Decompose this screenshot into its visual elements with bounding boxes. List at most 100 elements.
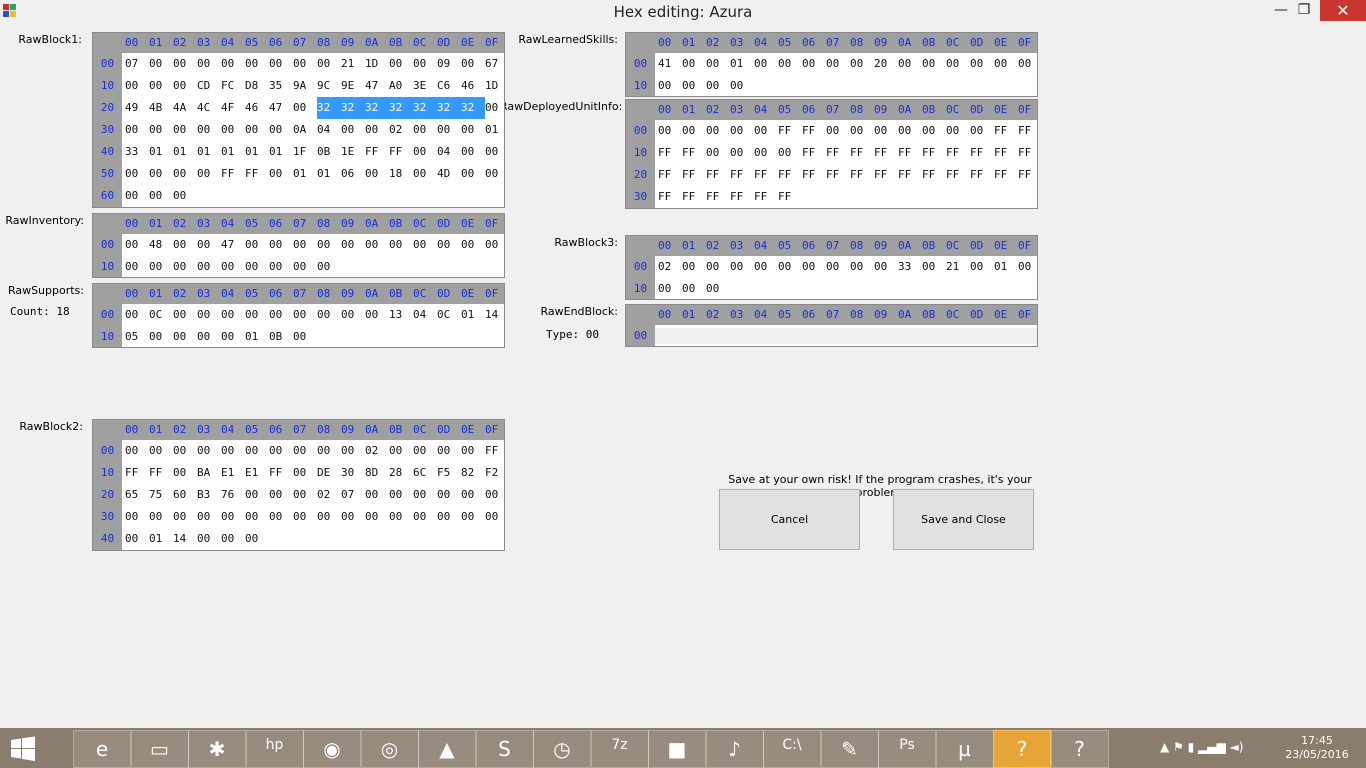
hex-byte[interactable]: 18 <box>389 163 413 185</box>
hex-byte[interactable]: 14 <box>485 304 504 326</box>
hex-byte[interactable]: 00 <box>754 256 778 278</box>
hex-byte[interactable]: 1D <box>365 53 389 75</box>
hex-byte[interactable]: 01 <box>730 53 754 75</box>
hex-byte[interactable]: 41 <box>658 53 682 75</box>
hex-byte[interactable]: 00 <box>658 120 682 142</box>
hex-byte[interactable]: 00 <box>485 234 504 256</box>
hex-byte[interactable]: FF <box>898 164 922 186</box>
hex-byte[interactable]: 00 <box>173 119 197 141</box>
hex-byte[interactable]: 00 <box>946 120 970 142</box>
hex-byte[interactable]: FF <box>802 142 826 164</box>
hex-byte[interactable]: 00 <box>197 506 221 528</box>
hex-byte[interactable]: 00 <box>173 256 197 277</box>
hex-byte[interactable]: 00 <box>461 141 485 163</box>
hex-byte[interactable]: FF <box>922 164 946 186</box>
hex-byte[interactable]: 00 <box>173 234 197 256</box>
empty-data-row[interactable] <box>655 328 1037 344</box>
hex-byte[interactable]: 00 <box>125 304 149 326</box>
hex-byte[interactable]: 00 <box>437 234 461 256</box>
hex-byte[interactable]: 00 <box>149 53 173 75</box>
hex-byte[interactable]: FF <box>658 186 682 208</box>
hex-byte[interactable]: 00 <box>221 326 245 347</box>
media-app-taskbar-button[interactable]: ♪ <box>705 730 764 768</box>
hex-byte[interactable]: BA <box>197 462 221 484</box>
hex-byte[interactable]: 4D <box>437 163 461 185</box>
hex-byte[interactable]: 00 <box>197 326 221 347</box>
selected-byte[interactable]: 32 <box>365 97 389 119</box>
hex-byte[interactable]: 49 <box>125 97 149 119</box>
hex-byte[interactable]: 4A <box>173 97 197 119</box>
hex-byte[interactable]: 00 <box>293 462 317 484</box>
hex-byte[interactable]: 01 <box>149 141 173 163</box>
hex-byte[interactable]: 00 <box>706 142 730 164</box>
hex-byte[interactable]: 00 <box>485 141 504 163</box>
hex-byte[interactable]: 00 <box>125 75 149 97</box>
hex-byte[interactable]: 00 <box>413 234 437 256</box>
hex-byte[interactable]: 01 <box>149 528 173 550</box>
hex-byte[interactable]: 00 <box>341 440 365 462</box>
hex-byte[interactable]: 6C <box>413 462 437 484</box>
hex-byte[interactable]: 00 <box>197 163 221 185</box>
skype-taskbar-button[interactable]: S <box>475 730 534 768</box>
hex-byte[interactable]: 00 <box>245 256 269 277</box>
hex-byte[interactable]: 04 <box>413 304 437 326</box>
rawlearnedskills-hex-grid[interactable]: 00 01 02 03 04 05 06 07 08 09 0A 0B 0C 0D 0E 0F 00 41 00 00… <box>625 32 1038 97</box>
hex-byte[interactable]: 00 <box>221 119 245 141</box>
hex-byte[interactable]: 00 <box>389 506 413 528</box>
hex-byte[interactable]: 00 <box>125 119 149 141</box>
utorrent-taskbar-button[interactable]: µ <box>935 730 994 768</box>
hex-byte[interactable]: 47 <box>221 234 245 256</box>
hex-byte[interactable]: 00 <box>658 75 682 96</box>
hex-byte[interactable]: 00 <box>461 53 485 75</box>
hex-byte[interactable]: 8D <box>365 462 389 484</box>
hex-byte[interactable]: F2 <box>485 462 504 484</box>
minimize-button[interactable]: — <box>1268 0 1294 21</box>
notepad-taskbar-button[interactable]: ✎ <box>820 730 879 768</box>
hex-byte[interactable]: 33 <box>125 141 149 163</box>
hex-byte[interactable]: 01 <box>221 141 245 163</box>
hex-byte[interactable]: 00 <box>341 506 365 528</box>
hex-byte[interactable]: 00 <box>245 53 269 75</box>
hex-byte[interactable]: 00 <box>437 119 461 141</box>
hex-byte[interactable]: FF <box>485 440 504 462</box>
hex-byte[interactable]: 00 <box>245 440 269 462</box>
hex-byte[interactable]: FF <box>730 164 754 186</box>
hex-byte[interactable]: 47 <box>269 97 293 119</box>
hex-byte[interactable]: 00 <box>245 304 269 326</box>
hex-byte[interactable]: 00 <box>341 119 365 141</box>
hex-byte[interactable]: 00 <box>754 120 778 142</box>
hex-byte[interactable]: 1E <box>341 141 365 163</box>
hex-byte[interactable]: 00 <box>221 440 245 462</box>
hex-byte[interactable]: E1 <box>221 462 245 484</box>
hex-byte[interactable]: 00 <box>682 120 706 142</box>
hex-byte[interactable]: 28 <box>389 462 413 484</box>
hex-byte[interactable]: 00 <box>317 506 341 528</box>
hex-byte[interactable]: 60 <box>173 484 197 506</box>
hex-byte[interactable]: 00 <box>269 506 293 528</box>
hex-byte[interactable]: 00 <box>293 234 317 256</box>
hex-byte[interactable]: 01 <box>293 163 317 185</box>
hex-byte[interactable]: 00 <box>125 256 149 277</box>
hex-byte[interactable]: 47 <box>365 75 389 97</box>
hex-byte[interactable]: 01 <box>245 141 269 163</box>
hex-byte[interactable]: FF <box>1018 164 1037 186</box>
selected-byte[interactable]: 32 <box>437 97 461 119</box>
hex-byte[interactable]: 00 <box>970 53 994 75</box>
hex-byte[interactable]: 00 <box>946 53 970 75</box>
hex-byte[interactable]: 00 <box>802 53 826 75</box>
game-app-taskbar-button[interactable]: ▲ <box>418 730 476 768</box>
command-prompt-taskbar-button[interactable]: C:\ <box>763 730 821 768</box>
selected-byte[interactable]: 32 <box>413 97 437 119</box>
cancel-button[interactable]: Cancel <box>719 489 860 550</box>
hex-byte[interactable]: 00 <box>317 256 341 277</box>
hex-byte[interactable]: FF <box>994 120 1018 142</box>
hex-byte[interactable]: FF <box>682 186 706 208</box>
hex-byte[interactable]: 00 <box>922 120 946 142</box>
hex-byte[interactable]: 00 <box>173 163 197 185</box>
hex-byte[interactable]: FF <box>682 164 706 186</box>
hex-byte[interactable]: 00 <box>461 440 485 462</box>
hex-byte[interactable]: 00 <box>778 256 802 278</box>
hex-byte[interactable]: 05 <box>125 326 149 347</box>
hex-byte[interactable]: 00 <box>365 484 389 506</box>
hex-byte[interactable]: 02 <box>658 256 682 278</box>
